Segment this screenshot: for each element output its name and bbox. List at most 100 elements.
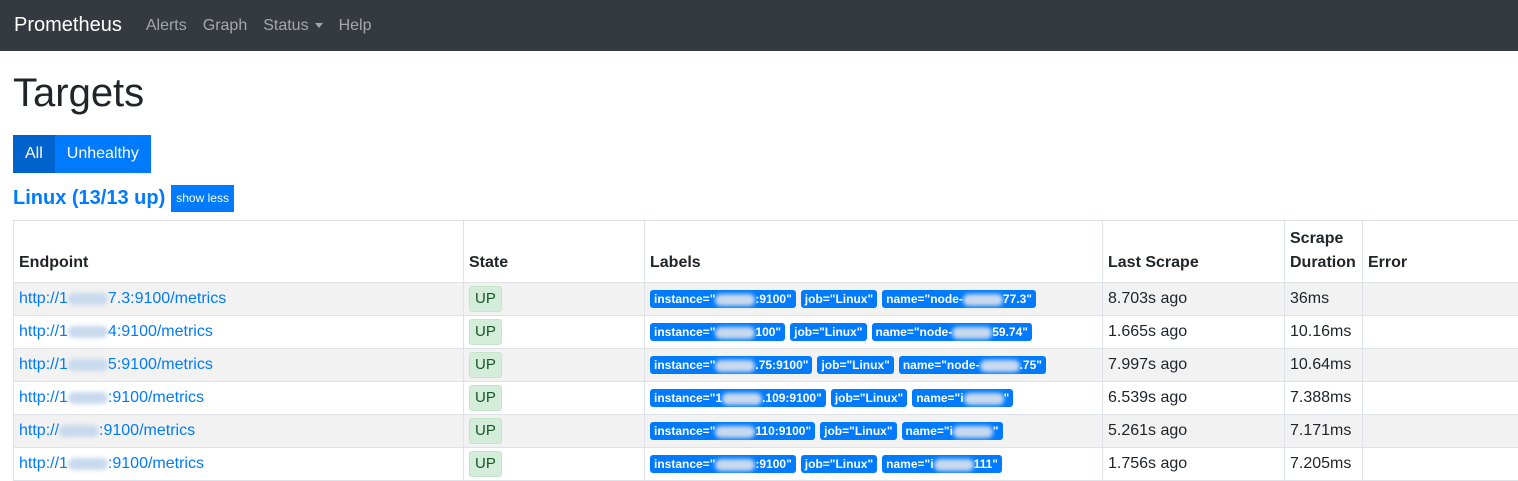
targets-table: Endpoint State Labels Last Scrape Scrape… [13, 220, 1518, 481]
label-instance: instance="110:9100" [650, 422, 815, 440]
endpoint-link[interactable]: http://14:9100/metrics [19, 323, 213, 340]
label-name: name="i" [912, 389, 1013, 407]
last-scrape-cell: 5.261s ago [1103, 415, 1285, 448]
endpoint-cell: http:// :9100/metrics [14, 415, 464, 448]
endpoint-prefix: http://1 [19, 290, 68, 307]
state-cell: UP [464, 349, 645, 382]
column-header-error: Error [1363, 221, 1518, 283]
label-job: job="Linux" [801, 455, 877, 473]
label-instance: instance="100" [650, 323, 785, 341]
endpoint-cell: http://1 7.3:9100/metrics [14, 283, 464, 316]
scrape-duration-cell: 36ms [1285, 283, 1363, 316]
last-scrape-cell: 8.703s ago [1103, 283, 1285, 316]
filter-button-group: All Unhealthy [13, 135, 1518, 173]
endpoint-suffix: :9100/metrics [108, 389, 204, 406]
label-job: job="Linux" [790, 323, 866, 341]
brand-link[interactable]: Prometheus [14, 14, 122, 37]
error-cell [1363, 349, 1518, 382]
page-title: Targets [13, 71, 1518, 116]
labels-cell: instance="110:9100" job="Linux" name="i" [645, 415, 1103, 448]
label-job: job="Linux" [831, 389, 907, 407]
labels-cell: instance="100"job="Linux"name="node-59.7… [645, 316, 1103, 349]
scrape-duration-cell: 7.205ms [1285, 448, 1363, 481]
redacted-block [715, 360, 755, 372]
label-name: name="i" [902, 422, 1003, 440]
label-instance: instance="1.109:9100" [650, 389, 826, 407]
label-instance: instance=".75:9100" [650, 356, 812, 374]
table-row: http://15:9100/metrics UP instance=".75:91… [14, 349, 1518, 382]
endpoint-suffix: :9100/metrics [108, 455, 204, 472]
redacted-block [68, 293, 108, 305]
label-instance: instance=":9100" [650, 455, 796, 473]
status-badge: UP [469, 451, 502, 477]
show-less-button[interactable]: show less [171, 185, 234, 212]
table-row: http:// :9100/metrics UP instance="110:9100… [14, 415, 1518, 448]
error-cell [1363, 283, 1518, 316]
scrape-duration-cell: 10.64ms [1285, 349, 1363, 382]
labels-cell: instance=".75:9100" job="Linux" name="node… [645, 349, 1103, 382]
chevron-down-icon [315, 23, 323, 28]
endpoint-cell: http://1 :9100/metrics [14, 382, 464, 415]
redacted-block [953, 426, 993, 438]
endpoint-cell: http://1 :9100/metrics [14, 448, 464, 481]
state-cell: UP [464, 382, 645, 415]
state-cell: UP [464, 316, 645, 349]
last-scrape-cell: 1.756s ago [1103, 448, 1285, 481]
column-header-scrape-duration: Scrape Duration [1285, 221, 1363, 283]
endpoint-link[interactable]: http://1 :9100/metrics [19, 455, 204, 472]
table-row: http://1 7.3:9100/metrics UP instance=":910… [14, 283, 1518, 316]
column-header-endpoint: Endpoint [14, 221, 464, 283]
redacted-block [715, 426, 755, 438]
state-cell: UP [464, 448, 645, 481]
redacted-block [68, 392, 108, 404]
status-badge: UP [469, 418, 502, 444]
endpoint-cell: http://15:9100/metrics [14, 349, 464, 382]
label-name: name="node-.75" [899, 356, 1046, 374]
table-header-row: Endpoint State Labels Last Scrape Scrape… [14, 221, 1518, 283]
endpoint-link[interactable]: http://1 :9100/metrics [19, 389, 204, 406]
endpoint-prefix: http://1 [19, 455, 68, 472]
endpoint-link[interactable]: http://1 7.3:9100/metrics [19, 290, 226, 307]
job-header: Linux (13/13 up) show less [13, 183, 1518, 213]
label-job: job="Linux" [817, 356, 893, 374]
redacted-block [68, 326, 108, 338]
main-content: Targets All Unhealthy Linux (13/13 up) s… [0, 71, 1518, 481]
redacted-block [722, 393, 762, 405]
status-badge: UP [469, 319, 502, 345]
labels-cell: instance="1.109:9100" job="Linux" name="i" [645, 382, 1103, 415]
state-cell: UP [464, 283, 645, 316]
nav-status-label: Status [263, 17, 308, 35]
error-cell [1363, 415, 1518, 448]
filter-unhealthy-button[interactable]: Unhealthy [55, 135, 151, 173]
endpoint-prefix: http:// [19, 422, 59, 439]
label-job: job="Linux" [820, 422, 896, 440]
endpoint-link[interactable]: http:// :9100/metrics [19, 422, 195, 439]
endpoint-link[interactable]: http://15:9100/metrics [19, 356, 213, 373]
redacted-block [715, 459, 755, 471]
status-badge: UP [469, 286, 502, 312]
nav-help[interactable]: Help [339, 17, 372, 35]
column-header-last-scrape: Last Scrape [1103, 221, 1285, 283]
error-cell [1363, 316, 1518, 349]
endpoint-suffix: 5:9100/metrics [108, 356, 213, 373]
redacted-block [952, 327, 992, 339]
nav-alerts[interactable]: Alerts [146, 17, 187, 35]
endpoint-suffix: 7.3:9100/metrics [108, 290, 226, 307]
redacted-block [68, 458, 108, 470]
label-name: name="node-77.3" [882, 290, 1036, 308]
job-title-link[interactable]: Linux (13/13 up) [13, 187, 165, 210]
endpoint-prefix: http://1 [19, 389, 68, 406]
redacted-block [715, 294, 755, 306]
redacted-block [980, 360, 1020, 372]
scrape-duration-cell: 7.171ms [1285, 415, 1363, 448]
redacted-block [964, 393, 1004, 405]
filter-all-button[interactable]: All [13, 135, 55, 173]
endpoint-suffix: :9100/metrics [99, 422, 195, 439]
status-badge: UP [469, 352, 502, 378]
nav-status[interactable]: Status [263, 17, 322, 35]
nav-graph[interactable]: Graph [203, 17, 247, 35]
table-row: http://1 :9100/metrics UP instance=":9100" j… [14, 448, 1518, 481]
labels-cell: instance=":9100"job="Linux"name="node-77… [645, 283, 1103, 316]
endpoint-suffix: 4:9100/metrics [108, 323, 213, 340]
last-scrape-cell: 6.539s ago [1103, 382, 1285, 415]
